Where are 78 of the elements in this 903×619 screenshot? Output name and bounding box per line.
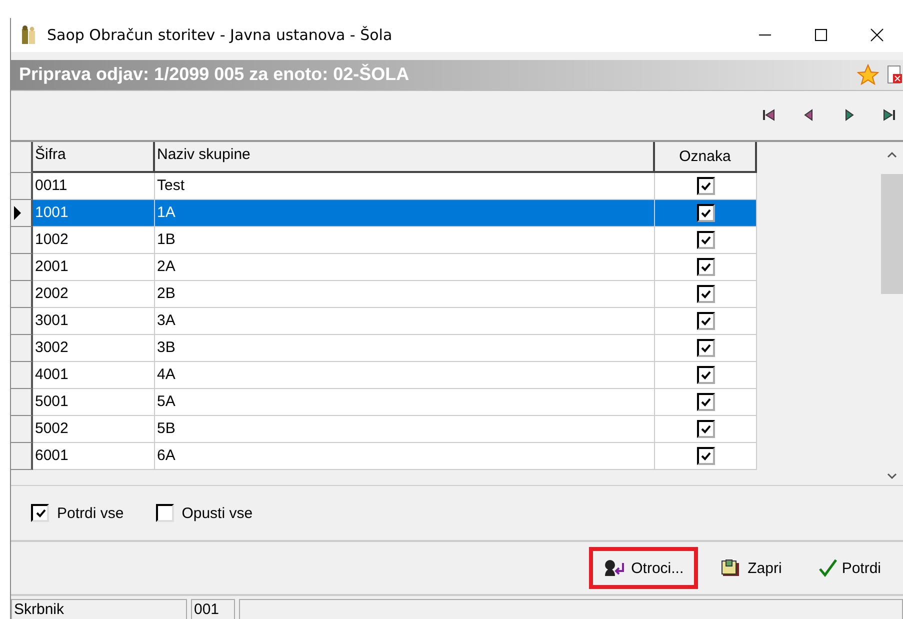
- checkbox[interactable]: [696, 420, 714, 438]
- table-cell: 3001: [33, 308, 155, 336]
- table-cell: 2001: [33, 254, 155, 282]
- last-record-icon[interactable]: [881, 107, 897, 124]
- checkbox[interactable]: [696, 339, 714, 358]
- checkbox-label[interactable]: Potrdi vse: [57, 504, 124, 522]
- star-icon[interactable]: [857, 64, 879, 86]
- column-header[interactable]: Šifra: [33, 142, 155, 174]
- table-cell: Test: [155, 173, 655, 200]
- table-cell: 2002: [33, 281, 155, 308]
- checkmark-icon: [700, 424, 711, 435]
- table-cell: 3002: [33, 335, 155, 362]
- checkmark-icon: [700, 234, 711, 246]
- table-cell: 5A: [155, 389, 655, 416]
- checkbox[interactable]: [31, 504, 49, 522]
- app-icon: [21, 24, 37, 45]
- table-cell: 5002: [33, 416, 155, 444]
- column-header[interactable]: Naziv skupine: [155, 142, 655, 174]
- table-cell: 5001: [33, 389, 155, 416]
- checkmark-icon: [700, 450, 711, 462]
- status-panel: Skrbnik: [11, 598, 187, 619]
- column-header[interactable]: Oznaka: [655, 142, 757, 174]
- checkmark-icon: [818, 559, 838, 578]
- table-cell: 4A: [155, 362, 655, 390]
- checkmark-icon: [700, 316, 711, 327]
- row-header[interactable]: [11, 200, 33, 228]
- table-cell: 3B: [155, 335, 655, 362]
- row-header[interactable]: [11, 335, 33, 362]
- scroll-up-icon[interactable]: [886, 150, 898, 160]
- checkbox[interactable]: [156, 504, 174, 522]
- checkmark-icon: [700, 262, 711, 273]
- scroll-down-icon[interactable]: [886, 470, 898, 481]
- table-cell: 4001: [33, 362, 155, 390]
- table-cell: 3A: [155, 308, 655, 336]
- checkbox[interactable]: [696, 285, 714, 304]
- checkmark-icon: [700, 180, 711, 192]
- form-title: Priprava odjav: 1/2099 005 za enoto: 02-ŠOLA: [19, 64, 410, 86]
- maximize-icon[interactable]: [813, 26, 829, 43]
- checkmark-icon: [700, 288, 711, 300]
- first-record-icon[interactable]: [761, 107, 777, 124]
- checkbox[interactable]: [696, 447, 714, 466]
- table-cell: 1002: [33, 227, 155, 254]
- checkbox[interactable]: [696, 258, 714, 276]
- table-cell: 0011: [33, 173, 155, 200]
- table-cell: 2A: [155, 254, 655, 282]
- row-header[interactable]: [11, 308, 33, 336]
- table-cell: 1001: [33, 200, 155, 228]
- checkbox[interactable]: [696, 393, 714, 412]
- row-header[interactable]: [11, 281, 33, 308]
- checkbox[interactable]: [696, 204, 714, 222]
- table-cell: 1B: [155, 227, 655, 254]
- document-close-icon[interactable]: [887, 64, 903, 86]
- window-title: Saop Obračun storitev - Javna ustanova - Šola: [47, 26, 392, 44]
- checkbox-label[interactable]: Opusti vse: [182, 504, 253, 522]
- row-header[interactable]: [11, 254, 33, 282]
- row-header[interactable]: [11, 227, 33, 254]
- checkbox[interactable]: [696, 366, 714, 384]
- close-icon[interactable]: [869, 26, 885, 43]
- row-header[interactable]: [11, 389, 33, 416]
- checkmark-icon: [700, 342, 711, 354]
- checkbox[interactable]: [696, 177, 714, 196]
- table-cell: 1A: [155, 200, 655, 228]
- checkmark-icon: [34, 508, 46, 519]
- table-cell: 5B: [155, 416, 655, 444]
- row-header[interactable]: [11, 173, 33, 200]
- status-panel: 001: [191, 598, 235, 619]
- checkbox[interactable]: [696, 231, 714, 250]
- row-header[interactable]: [11, 416, 33, 444]
- checkmark-icon: [700, 396, 711, 408]
- row-header[interactable]: [11, 362, 33, 390]
- table-cell: 2B: [155, 281, 655, 308]
- checkmark-icon: [700, 370, 711, 381]
- row-header[interactable]: [11, 443, 33, 470]
- checkbox[interactable]: [696, 312, 714, 330]
- checkmark-icon: [700, 208, 711, 219]
- table-cell: 6A: [155, 443, 655, 470]
- table-cell: 6001: [33, 443, 155, 470]
- scrollbar-thumb[interactable]: [881, 174, 903, 294]
